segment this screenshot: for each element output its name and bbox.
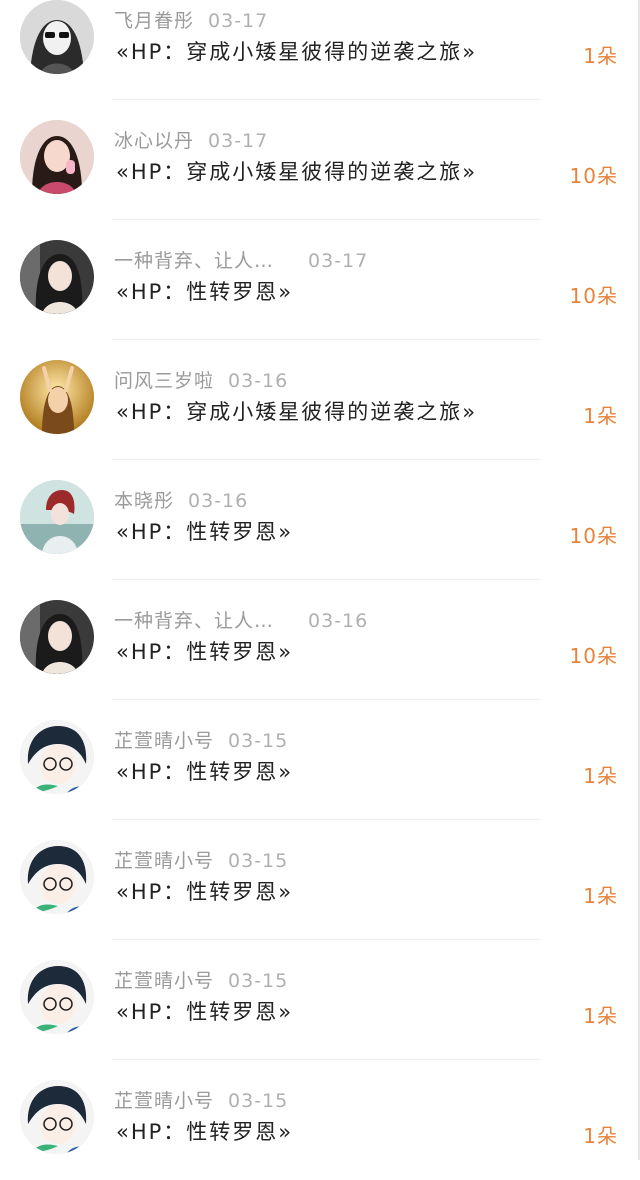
list-item[interactable]: 芷萱晴小号 03-15 «HP：性转罗恩» 1朵 <box>0 1060 640 1180</box>
entry-date: 03-15 <box>228 850 289 872</box>
user-name[interactable]: 一种背弃、让人… <box>114 250 274 272</box>
entry-date: 03-17 <box>208 10 269 32</box>
book-title[interactable]: «HP：性转罗恩» <box>116 996 293 1026</box>
avatar[interactable] <box>20 120 94 194</box>
list-item[interactable]: 芷萱晴小号 03-15 «HP：性转罗恩» 1朵 <box>0 940 640 1060</box>
gift-amount: 10朵 <box>569 524 618 548</box>
entry-date: 03-16 <box>228 370 289 392</box>
avatar[interactable] <box>20 1080 94 1154</box>
gift-amount: 10朵 <box>569 164 618 188</box>
user-name[interactable]: 冰心以丹 <box>114 130 194 152</box>
gift-amount: 1朵 <box>583 884 618 908</box>
entry-meta: 芷萱晴小号 03-15 <box>114 966 288 993</box>
entry-date: 03-16 <box>188 490 249 512</box>
entry-meta: 一种背弃、让人… 03-17 <box>114 246 368 273</box>
gift-amount: 1朵 <box>583 1004 618 1028</box>
user-name[interactable]: 一种背弃、让人… <box>114 610 274 632</box>
avatar[interactable] <box>20 480 94 554</box>
list-item[interactable]: 冰心以丹 03-17 «HP：穿成小矮星彼得的逆袭之旅» 10朵 <box>0 100 640 220</box>
book-title[interactable]: «HP：穿成小矮星彼得的逆袭之旅» <box>116 156 477 186</box>
gift-record-list: 飞月眷彤 03-17 «HP：穿成小矮星彼得的逆袭之旅» 1朵 冰心以丹 03-17… <box>0 0 640 1180</box>
user-name[interactable]: 本晓彤 <box>114 490 174 512</box>
list-item[interactable]: 飞月眷彤 03-17 «HP：穿成小矮星彼得的逆袭之旅» 1朵 <box>0 0 640 100</box>
book-title[interactable]: «HP：性转罗恩» <box>116 1116 293 1146</box>
gift-amount: 1朵 <box>583 764 618 788</box>
user-name[interactable]: 芷萱晴小号 <box>114 970 214 992</box>
list-item[interactable]: 一种背弃、让人… 03-16 «HP：性转罗恩» 10朵 <box>0 580 640 700</box>
entry-date: 03-17 <box>308 250 369 272</box>
entry-date: 03-16 <box>308 610 369 632</box>
entry-meta: 冰心以丹 03-17 <box>114 126 268 153</box>
gift-amount: 1朵 <box>583 1124 618 1148</box>
entry-meta: 本晓彤 03-16 <box>114 486 248 513</box>
avatar[interactable] <box>20 720 94 794</box>
avatar[interactable] <box>20 0 94 74</box>
entry-meta: 问风三岁啦 03-16 <box>114 366 288 393</box>
entry-meta: 芷萱晴小号 03-15 <box>114 726 288 753</box>
avatar[interactable] <box>20 600 94 674</box>
user-name[interactable]: 问风三岁啦 <box>114 370 214 392</box>
book-title[interactable]: «HP：性转罗恩» <box>116 636 293 666</box>
gift-amount: 1朵 <box>583 44 618 68</box>
user-name[interactable]: 芷萱晴小号 <box>114 850 214 872</box>
entry-date: 03-17 <box>208 130 269 152</box>
gift-amount: 1朵 <box>583 404 618 428</box>
avatar[interactable] <box>20 960 94 1034</box>
gift-amount: 10朵 <box>569 284 618 308</box>
book-title[interactable]: «HP：穿成小矮星彼得的逆袭之旅» <box>116 36 477 66</box>
avatar[interactable] <box>20 360 94 434</box>
book-title[interactable]: «HP：性转罗恩» <box>116 876 293 906</box>
list-item[interactable]: 芷萱晴小号 03-15 «HP：性转罗恩» 1朵 <box>0 820 640 940</box>
entry-meta: 芷萱晴小号 03-15 <box>114 846 288 873</box>
entry-meta: 一种背弃、让人… 03-16 <box>114 606 368 633</box>
entry-date: 03-15 <box>228 970 289 992</box>
book-title[interactable]: «HP：性转罗恩» <box>116 756 293 786</box>
user-name[interactable]: 芷萱晴小号 <box>114 1090 214 1112</box>
avatar[interactable] <box>20 840 94 914</box>
list-item[interactable]: 问风三岁啦 03-16 «HP：穿成小矮星彼得的逆袭之旅» 1朵 <box>0 340 640 460</box>
list-item[interactable]: 芷萱晴小号 03-15 «HP：性转罗恩» 1朵 <box>0 700 640 820</box>
user-name[interactable]: 飞月眷彤 <box>114 10 194 32</box>
user-name[interactable]: 芷萱晴小号 <box>114 730 214 752</box>
entry-meta: 芷萱晴小号 03-15 <box>114 1086 288 1113</box>
entry-date: 03-15 <box>228 1090 289 1112</box>
book-title[interactable]: «HP：性转罗恩» <box>116 516 293 546</box>
book-title[interactable]: «HP：穿成小矮星彼得的逆袭之旅» <box>116 396 477 426</box>
book-title[interactable]: «HP：性转罗恩» <box>116 276 293 306</box>
gift-amount: 10朵 <box>569 644 618 668</box>
list-item[interactable]: 一种背弃、让人… 03-17 «HP：性转罗恩» 10朵 <box>0 220 640 340</box>
entry-date: 03-15 <box>228 730 289 752</box>
entry-meta: 飞月眷彤 03-17 <box>114 6 268 33</box>
list-item[interactable]: 本晓彤 03-16 «HP：性转罗恩» 10朵 <box>0 460 640 580</box>
avatar[interactable] <box>20 240 94 314</box>
